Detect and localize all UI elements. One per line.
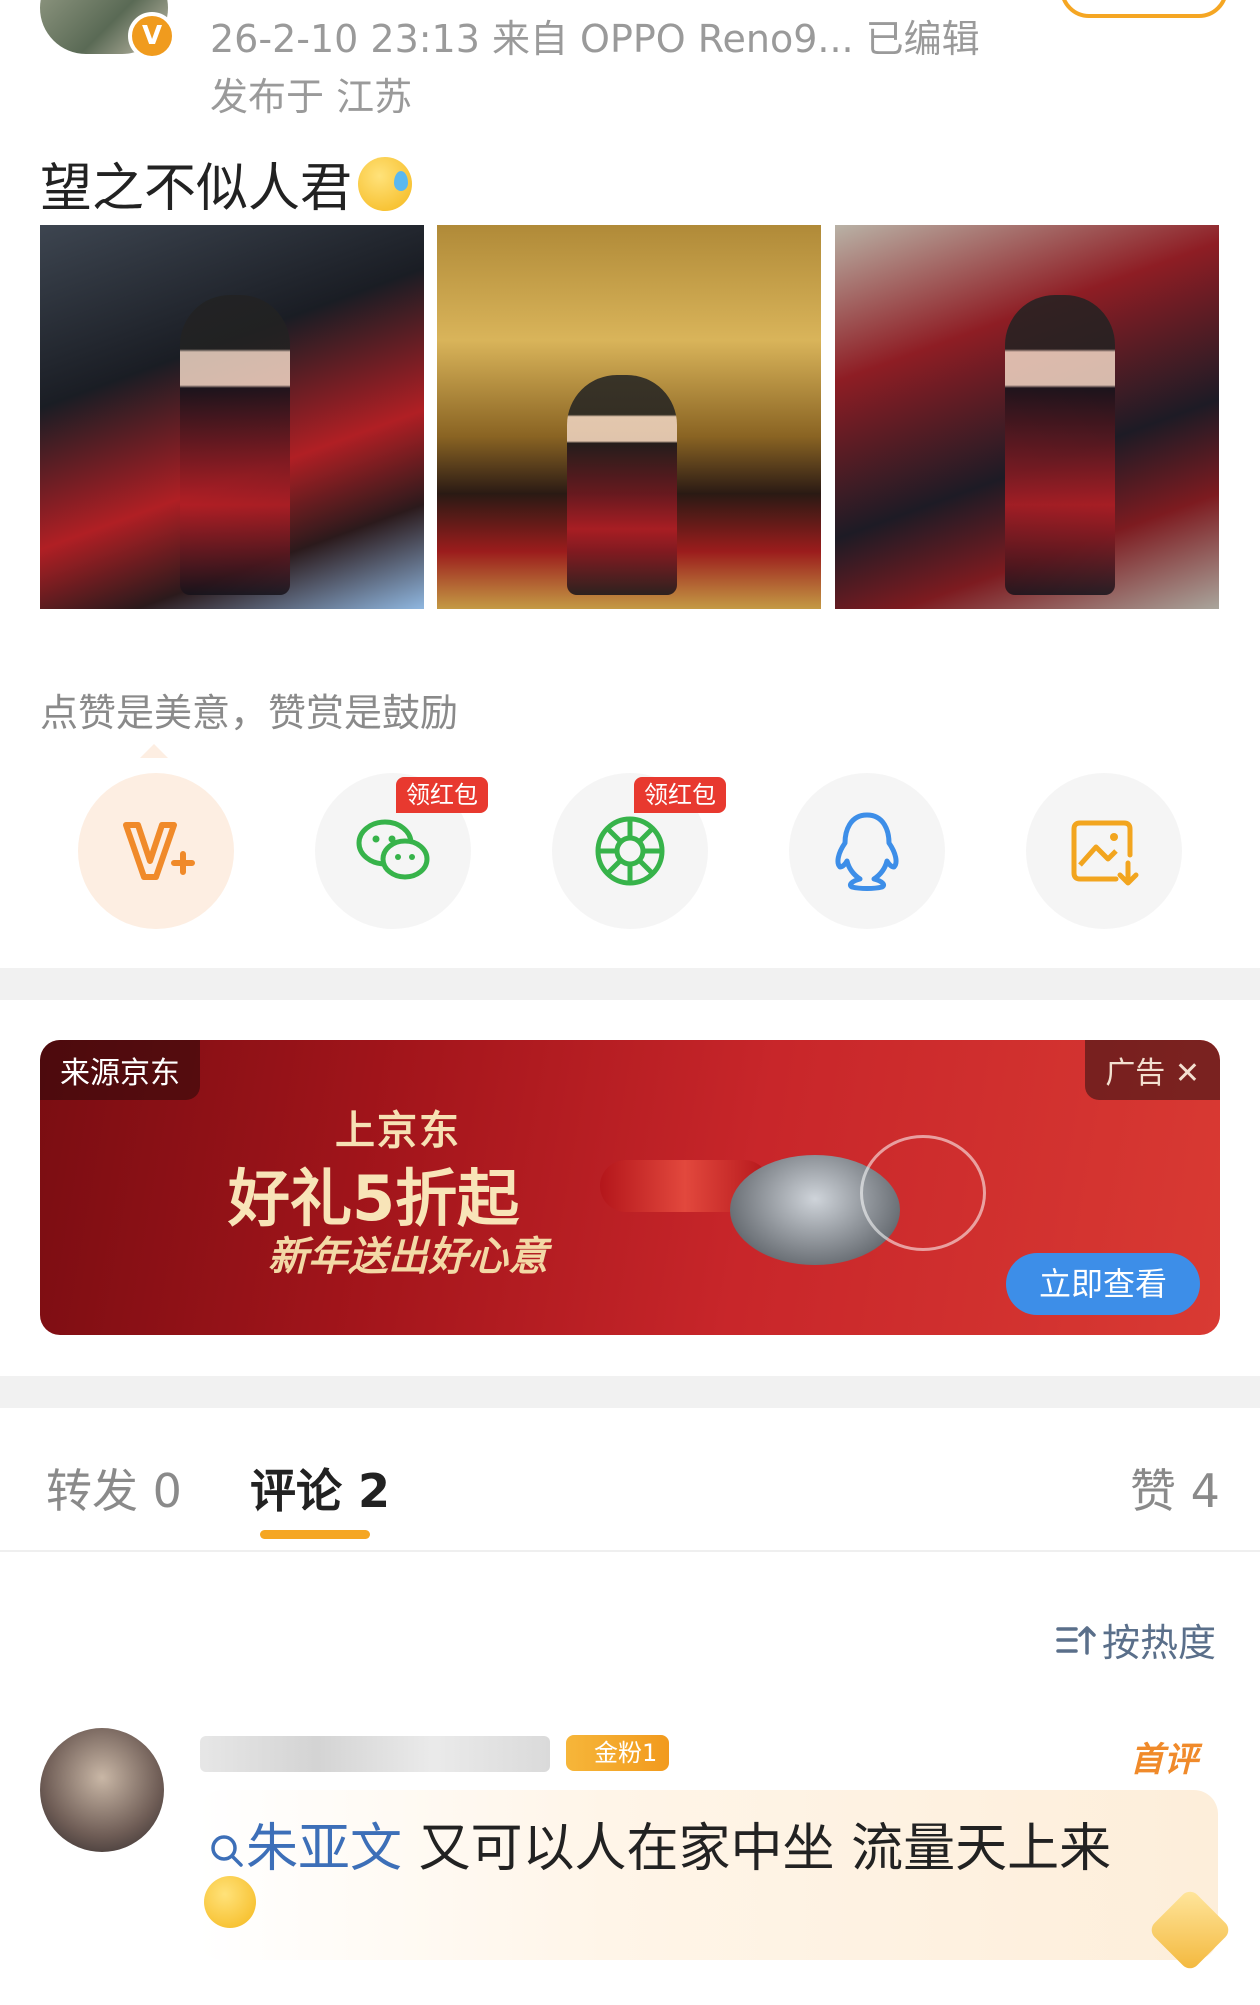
ad-view-button[interactable]: 立即查看	[1006, 1253, 1200, 1315]
search-icon	[211, 1835, 243, 1867]
sort-by-heat-button[interactable]: 按热度	[1056, 1612, 1216, 1667]
comment-body: 又可以人在家中坐 流量天上来	[402, 1819, 1112, 1879]
commenter-avatar[interactable]	[40, 1728, 164, 1852]
post-text-content: 望之不似人君	[40, 159, 353, 219]
ad-source-label: 来源京东	[40, 1040, 200, 1100]
wechat-icon	[356, 819, 430, 880]
section-gap	[0, 968, 1260, 1000]
follow-button[interactable]	[1060, 0, 1228, 18]
tab-comment[interactable]: 评论 2	[250, 1455, 390, 1521]
save-image-icon	[1071, 820, 1139, 886]
section-gap	[0, 1376, 1260, 1408]
sort-label: 按热度	[1102, 1621, 1217, 1665]
post-image-3[interactable]	[835, 225, 1219, 609]
reward-button[interactable]	[78, 773, 234, 929]
post-meta: 26-2-10 23:13 来自 OPPO Reno9... 已编辑	[210, 17, 980, 61]
active-tab-indicator	[260, 1530, 370, 1539]
fan-level-badge: 金粉1	[566, 1735, 670, 1771]
ad-close-tag[interactable]: 广告 ✕	[1085, 1040, 1220, 1100]
sort-icon	[1056, 1625, 1096, 1655]
qq-icon	[835, 812, 899, 891]
tabs-divider	[0, 1550, 1260, 1552]
ad-headline-3: 新年送出好心意	[268, 1234, 548, 1280]
post-location: 发布于 江苏	[210, 75, 413, 119]
ad-banner[interactable]: 来源京东 广告 ✕ 上京东 好礼5折起 新年送出好心意 立即查看	[40, 1040, 1220, 1335]
reward-label: 点赞是美意，赞赏是鼓励	[40, 691, 459, 735]
comment-text: 朱亚文 又可以人在家中坐 流量天上来	[208, 1806, 1111, 1881]
reward-v-icon	[123, 822, 195, 880]
mention-link[interactable]: 朱亚文	[246, 1819, 402, 1879]
post-image-1[interactable]	[40, 225, 424, 609]
first-comment-label: 首评	[1130, 1740, 1198, 1780]
save-image-button[interactable]	[1026, 773, 1182, 929]
ad-lid-image	[860, 1135, 986, 1251]
post-image-2[interactable]	[437, 225, 821, 609]
sweat-emoji-icon	[358, 156, 413, 211]
tab-like[interactable]: 赞 4	[1130, 1455, 1220, 1521]
reward-pointer	[140, 744, 168, 758]
verified-badge-icon: V	[128, 12, 176, 60]
commenter-name-blurred[interactable]	[200, 1736, 550, 1772]
laugh-emoji-icon	[204, 1876, 256, 1928]
red-packet-tag: 领红包	[396, 777, 488, 813]
post-text: 望之不似人君	[40, 146, 413, 221]
share-qq-button[interactable]	[789, 773, 945, 929]
tab-repost[interactable]: 转发 0	[46, 1455, 182, 1521]
red-packet-tag: 领红包	[634, 777, 726, 813]
moments-icon	[595, 816, 665, 886]
